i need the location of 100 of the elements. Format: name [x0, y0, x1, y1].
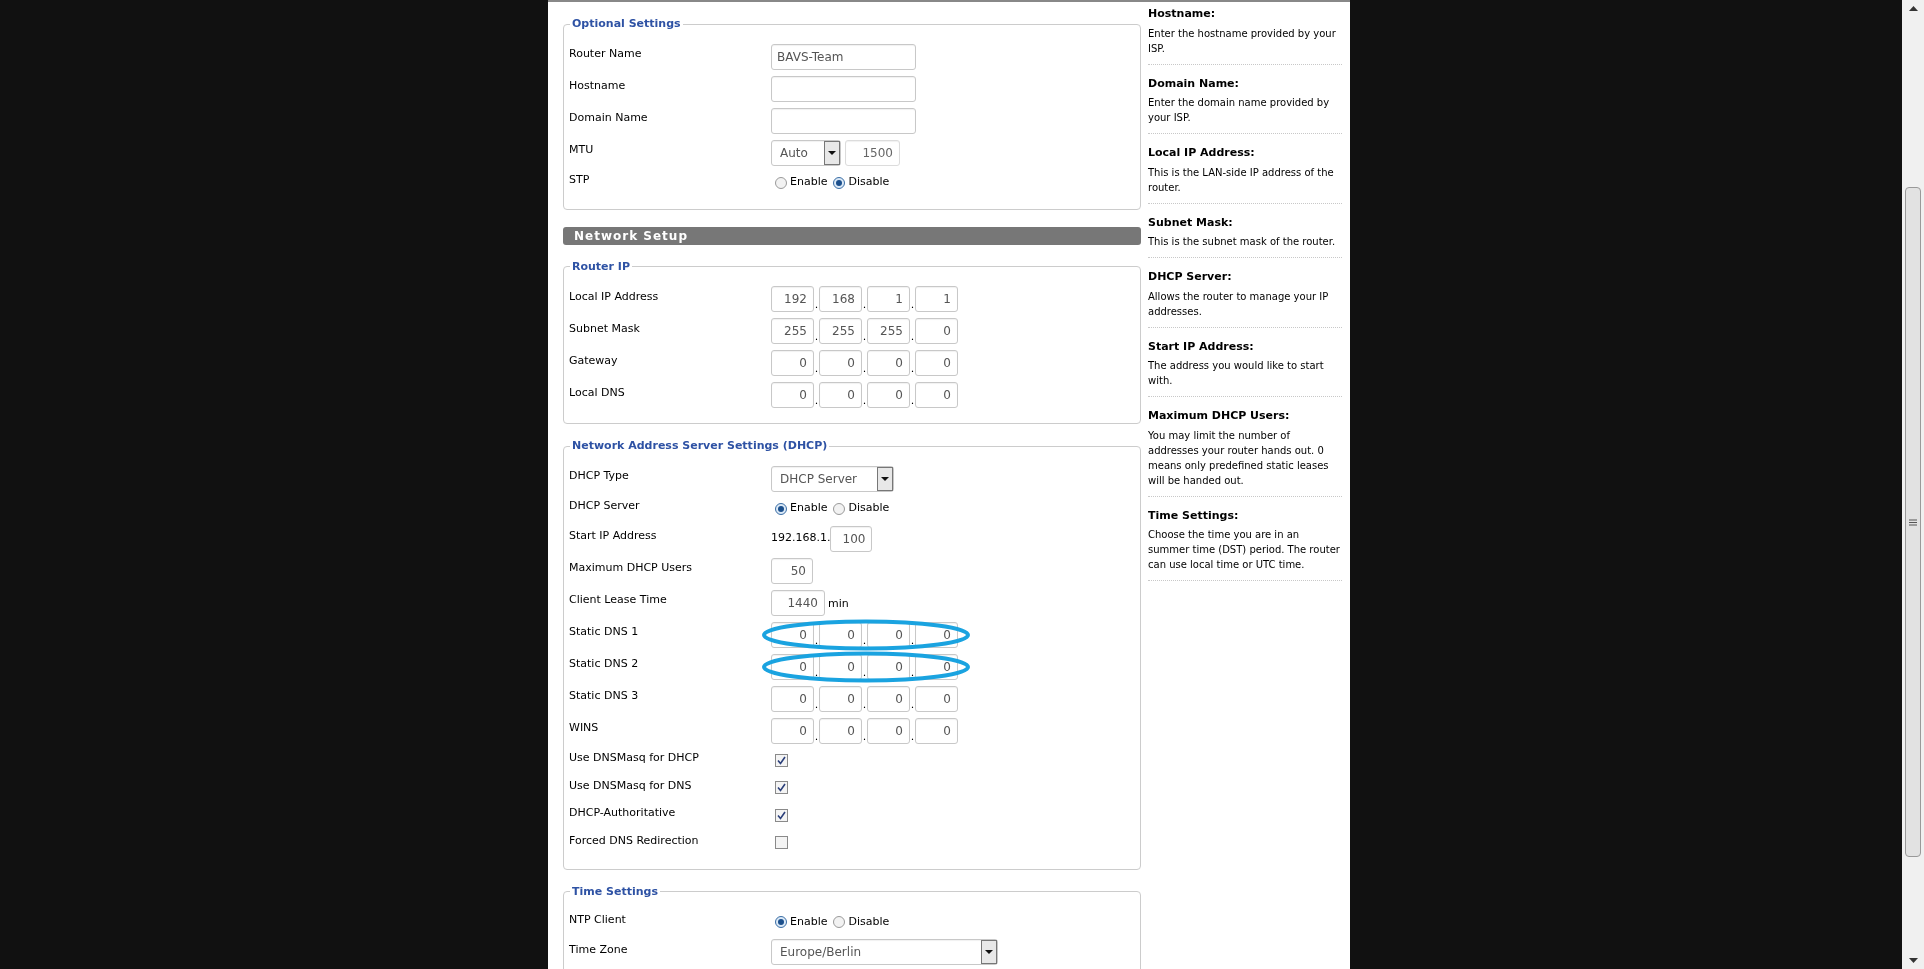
checkbox[interactable]	[775, 808, 788, 822]
help-title: DHCP Server:	[1148, 269, 1233, 285]
ip-separator: .	[862, 697, 867, 712]
ip-octet-field[interactable]: 0	[867, 717, 910, 744]
radio-button[interactable]	[775, 176, 787, 189]
grip-icon	[1909, 518, 1917, 526]
help-text: This is the subnet mask of the router.	[1148, 235, 1337, 249]
ip-separator: .	[910, 298, 915, 312]
ip-octet-field[interactable]: 1	[867, 286, 910, 312]
ip-separator: .	[814, 697, 819, 712]
ip-octet-field[interactable]: 0	[771, 350, 814, 376]
field-label: Client Lease Time	[569, 592, 668, 609]
help-title: Start IP Address:	[1148, 338, 1255, 355]
number-field[interactable]: 100	[830, 525, 873, 552]
radio-button[interactable]	[833, 916, 846, 928]
dropdown[interactable]: Europe/Berlin	[771, 939, 998, 965]
field-label: Subnet Mask	[569, 320, 641, 337]
caret-icon	[985, 950, 993, 954]
input-field[interactable]	[771, 107, 916, 134]
input-field[interactable]	[771, 75, 916, 102]
ip-octet-field[interactable]: 255	[819, 318, 862, 344]
ip-octet-field[interactable]: 0	[771, 382, 814, 408]
ip-octet-field[interactable]: 0	[819, 685, 862, 712]
ip-separator: .	[814, 665, 819, 680]
ip-octet-field[interactable]: 0	[867, 382, 910, 408]
ip-octet-field[interactable]: 0	[915, 685, 958, 712]
number-field[interactable]: 1440	[771, 589, 825, 616]
field-label: Time Zone	[569, 941, 629, 958]
ip-separator: .	[862, 394, 867, 408]
ip-separator: .	[814, 729, 819, 744]
checkbox[interactable]	[775, 836, 788, 850]
input-field[interactable]: BAVS-Team	[771, 43, 916, 70]
section-legend: Optional Settings	[570, 16, 683, 33]
field-label: NTP Client	[569, 911, 627, 928]
radio-option[interactable]: Disable	[833, 913, 890, 931]
number-field[interactable]: 50	[771, 557, 813, 584]
ip-separator: .	[814, 394, 819, 408]
ip-separator: .	[814, 633, 819, 648]
ip-octet-field[interactable]: 0	[771, 717, 814, 744]
help-text: Enter the domain name provided by your ISP.	[1148, 96, 1331, 125]
ip-octet-field[interactable]: 0	[867, 350, 910, 376]
ip-octet-field[interactable]: 0	[867, 685, 910, 712]
dropdown-button[interactable]	[877, 466, 893, 491]
section-legend: Router IP	[570, 258, 632, 275]
ip-separator: .	[862, 633, 867, 648]
unit-label: min	[828, 596, 849, 613]
ip-octet-field[interactable]: 0	[819, 350, 862, 376]
field-label: MTU	[569, 142, 595, 159]
radio-button[interactable]	[833, 176, 846, 189]
scroll-up-icon[interactable]	[1908, 6, 1918, 11]
help-text: The address you would like to start with.	[1148, 359, 1325, 388]
radio-option[interactable]: Disable	[833, 500, 890, 517]
field-label: Local DNS	[569, 384, 626, 401]
caret-icon	[828, 150, 836, 155]
ip-octet-field[interactable]: 0	[771, 685, 814, 712]
field-label: Gateway	[569, 352, 619, 369]
help-text: You may limit the number of addresses your router hands out. 0 means only predefined static leases will be handed out.	[1148, 428, 1330, 488]
ip-octet-field[interactable]: 255	[867, 318, 910, 344]
number-field: 1500	[845, 139, 900, 166]
ip-octet-field[interactable]: 0	[915, 382, 958, 408]
ip-octet-field[interactable]: 1	[915, 286, 958, 312]
caret-icon	[881, 476, 889, 481]
radio-option[interactable]: Enable	[775, 174, 828, 191]
radio-button[interactable]	[775, 502, 787, 515]
scroll-down-icon[interactable]	[1908, 958, 1918, 963]
radio-option[interactable]: Enable	[775, 913, 828, 931]
section-heading: Network Setup	[563, 226, 1141, 245]
ip-octet-field[interactable]: 0	[915, 717, 958, 744]
field-label: STP	[569, 172, 591, 189]
field-label: Hostname	[569, 78, 627, 95]
radio-button[interactable]	[775, 916, 787, 928]
radio-button[interactable]	[833, 502, 846, 515]
ip-octet-field[interactable]: 0	[819, 717, 862, 744]
ip-octet-field[interactable]: 0	[915, 318, 958, 344]
dropdown[interactable]: Auto	[771, 139, 841, 166]
ip-separator: .	[862, 665, 867, 680]
scrollbar[interactable]	[1902, 0, 1924, 969]
radio-option[interactable]: Enable	[775, 500, 828, 517]
ip-octet-field[interactable]: 0	[819, 382, 862, 408]
field-label: Use DNSMasq for DHCP	[569, 750, 700, 766]
dropdown-button[interactable]	[824, 140, 840, 165]
field-label: Use DNSMasq for DNS	[569, 777, 693, 794]
ip-octet-field[interactable]: 192	[771, 286, 814, 312]
ip-octet-field[interactable]: 0	[915, 350, 958, 376]
checkbox[interactable]	[775, 753, 788, 767]
scrollbar-thumb[interactable]	[1905, 187, 1921, 857]
field-label: Router Name	[569, 46, 643, 63]
ip-octet-field[interactable]: 168	[819, 286, 862, 312]
ip-octet-field[interactable]: 255	[771, 318, 814, 344]
help-title: Local IP Address:	[1148, 145, 1256, 161]
section-legend: Network Address Server Settings (DHCP)	[570, 438, 830, 455]
ip-separator: .	[862, 298, 867, 312]
radio-option[interactable]: Disable	[833, 174, 890, 191]
ip-prefix: 192.168.1.	[771, 530, 831, 547]
dropdown-button[interactable]	[981, 940, 997, 964]
checkbox[interactable]	[775, 781, 788, 795]
field-label: Forced DNS Redirection	[569, 832, 700, 849]
dropdown[interactable]: DHCP Server	[771, 465, 894, 492]
help-text: This is the LAN-side IP address of the router.	[1148, 165, 1335, 195]
help-text: Enter the hostname provided by your ISP.	[1148, 26, 1337, 56]
